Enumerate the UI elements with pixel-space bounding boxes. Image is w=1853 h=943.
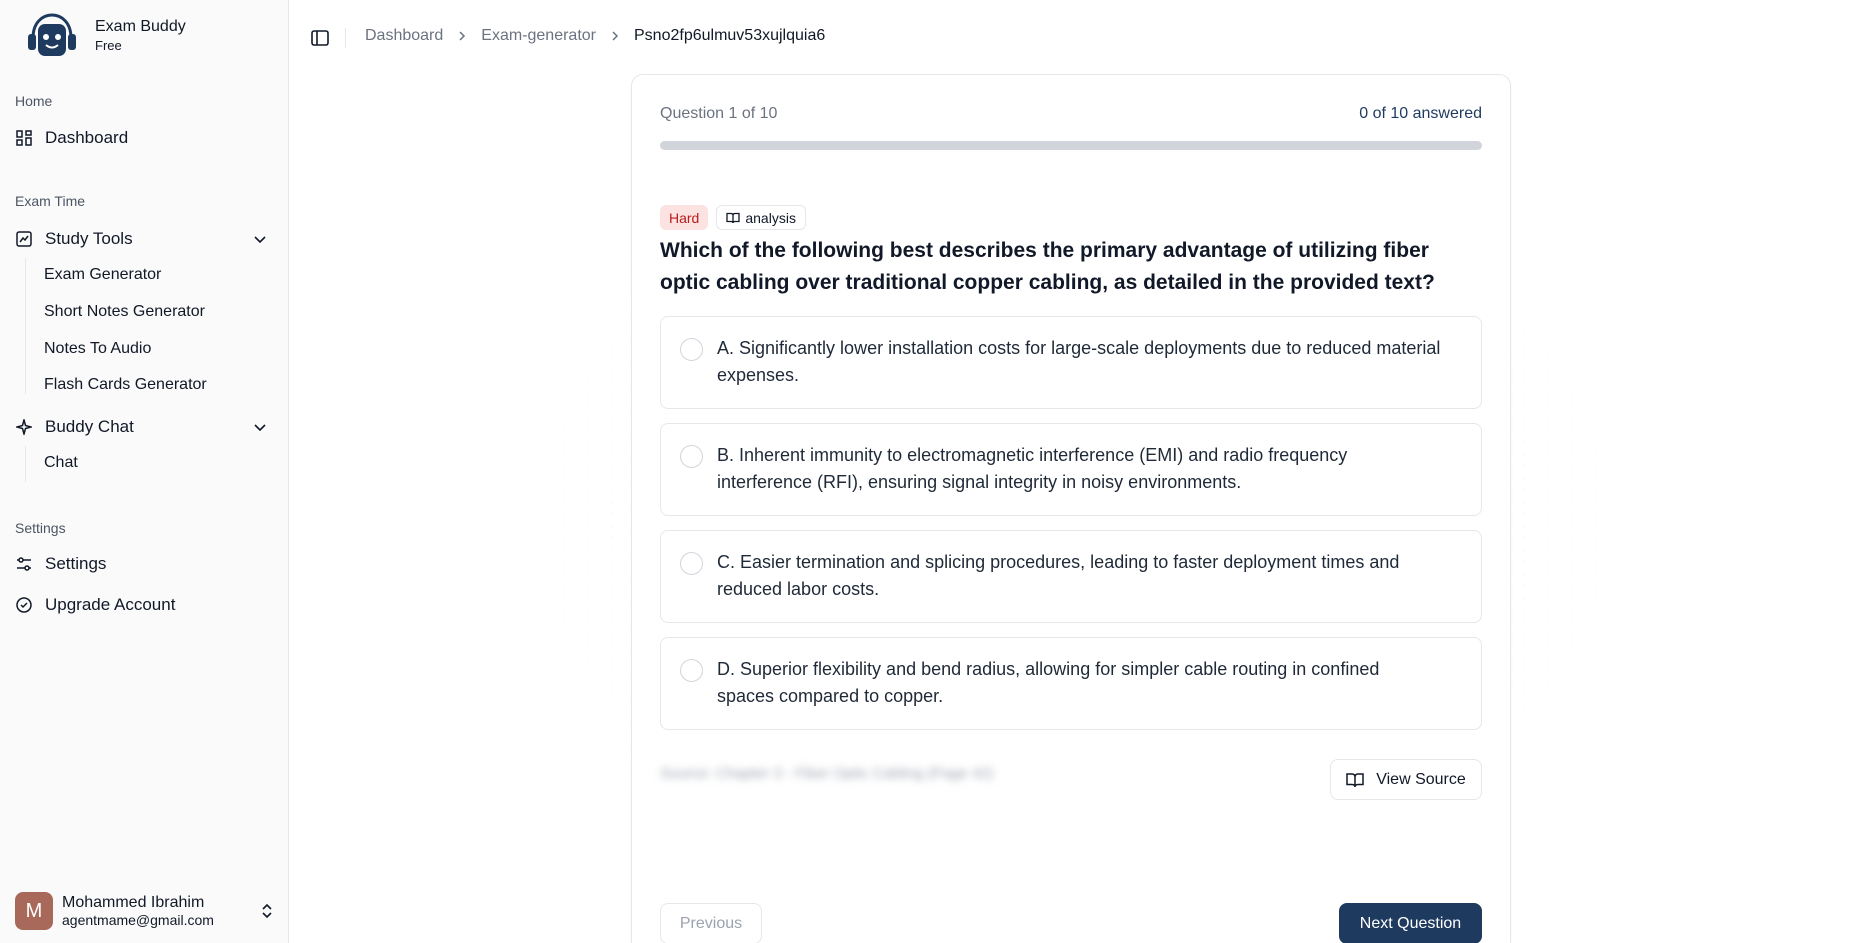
answer-option-c[interactable]: C. Easier termination and splicing proce…: [660, 530, 1482, 623]
sidebar-item-exam-generator[interactable]: Exam Generator: [44, 261, 161, 289]
book-open-icon: [726, 212, 741, 223]
submenu-line: [25, 446, 26, 482]
answer-option-a[interactable]: A. Significantly lower installation cost…: [660, 316, 1482, 409]
group-label-settings: Settings: [15, 520, 66, 536]
sidebar-item-notes-to-audio[interactable]: Notes To Audio: [44, 335, 151, 363]
breadcrumb-current: Psno2fp6ulmuv53xujlquia6: [634, 27, 826, 44]
breadcrumb: Dashboard Exam-generator Psno2fp6ulmuv53…: [365, 27, 825, 45]
sidebar: Exam Buddy Free Home Dashboard Exam Time…: [0, 0, 289, 943]
divider: [345, 28, 346, 48]
sidebar-item-chat[interactable]: Chat: [44, 449, 78, 477]
user-menu[interactable]: M Mohammed Ibrahim agentmame@gmail.com: [15, 889, 275, 933]
sidebar-item-label: Settings: [45, 554, 107, 573]
view-source-button[interactable]: View Source: [1330, 759, 1482, 800]
answer-option-b[interactable]: B. Inherent immunity to electromagnetic …: [660, 423, 1482, 516]
difficulty-badge: Hard: [660, 205, 709, 230]
radio-button[interactable]: [680, 338, 703, 361]
sliders-icon: [15, 555, 33, 573]
robot-headset-logo-icon: [28, 13, 76, 56]
app-name: Exam Buddy: [95, 18, 186, 35]
option-text: C. Easier termination and splicing proce…: [717, 552, 1400, 599]
chevron-right-icon: [612, 31, 619, 41]
option-text: D. Superior flexibility and bend radius,…: [717, 659, 1380, 706]
user-email: agentmame@gmail.com: [62, 912, 214, 928]
book-open-icon: [1346, 772, 1364, 787]
question-tags: Hard analysis: [660, 205, 806, 230]
topic-badge: analysis: [716, 205, 806, 230]
view-source-label: View Source: [1376, 770, 1466, 788]
answer-option-d[interactable]: D. Superior flexibility and bend radius,…: [660, 637, 1482, 730]
sidebar-item-label: Study Tools: [45, 229, 133, 248]
check-circle-icon: [15, 596, 33, 614]
sidebar-item-study-tools[interactable]: Study Tools: [15, 224, 273, 254]
question-counter: Question 1 of 10: [660, 105, 778, 122]
top-bar: Dashboard Exam-generator Psno2fp6ulmuv53…: [290, 0, 1853, 74]
group-label-home: Home: [15, 93, 53, 109]
sidebar-item-label: Upgrade Account: [45, 595, 176, 614]
sidebar-item-flash-cards-generator[interactable]: Flash Cards Generator: [44, 371, 207, 399]
sidebar-item-settings[interactable]: Settings: [15, 549, 273, 579]
submenu-line: [25, 258, 26, 394]
sidebar-item-dashboard[interactable]: Dashboard: [15, 123, 273, 153]
answered-count: 0 of 10 answered: [1359, 105, 1482, 122]
quiz-card: Question 1 of 10 0 of 10 answered Hard a…: [631, 74, 1511, 943]
source-reference-blurred: Source: Chapter 3 - Fiber Optic Cabling …: [660, 765, 994, 782]
sidebar-item-label: Dashboard: [45, 128, 129, 147]
option-text: A. Significantly lower installation cost…: [717, 338, 1441, 385]
sidebar-item-upgrade-account[interactable]: Upgrade Account: [15, 590, 273, 620]
progress-bar: [660, 141, 1482, 150]
avatar: M: [15, 892, 53, 930]
previous-button[interactable]: Previous: [660, 903, 762, 943]
sidebar-item-label: Buddy Chat: [45, 417, 134, 436]
chevron-down-icon[interactable]: [252, 231, 268, 247]
sparkle-icon: [15, 418, 33, 436]
question-text: Which of the following best describes th…: [660, 239, 1435, 294]
plan-label: Free: [95, 38, 122, 53]
sidebar-item-short-notes-generator[interactable]: Short Notes Generator: [44, 298, 205, 326]
chevron-down-icon[interactable]: [252, 419, 268, 435]
breadcrumb-exam-generator[interactable]: Exam-generator: [481, 27, 596, 45]
topic-label: analysis: [745, 209, 796, 226]
brand[interactable]: Exam Buddy Free: [25, 12, 186, 60]
radio-button[interactable]: [680, 659, 703, 682]
option-text: B. Inherent immunity to electromagnetic …: [717, 445, 1348, 492]
radio-button[interactable]: [680, 445, 703, 468]
chevrons-up-down-icon: [262, 903, 272, 919]
chart-square-icon: [15, 230, 33, 248]
sidebar-item-buddy-chat[interactable]: Buddy Chat: [15, 412, 273, 442]
breadcrumb-dashboard[interactable]: Dashboard: [365, 27, 443, 45]
dashboard-icon: [15, 129, 33, 147]
chevron-right-icon: [459, 31, 466, 41]
user-name: Mohammed Ibrahim: [62, 894, 205, 911]
radio-button[interactable]: [680, 552, 703, 575]
next-question-button[interactable]: Next Question: [1339, 903, 1482, 943]
sidebar-toggle-icon[interactable]: [310, 28, 330, 48]
group-label-exam-time: Exam Time: [15, 193, 86, 209]
